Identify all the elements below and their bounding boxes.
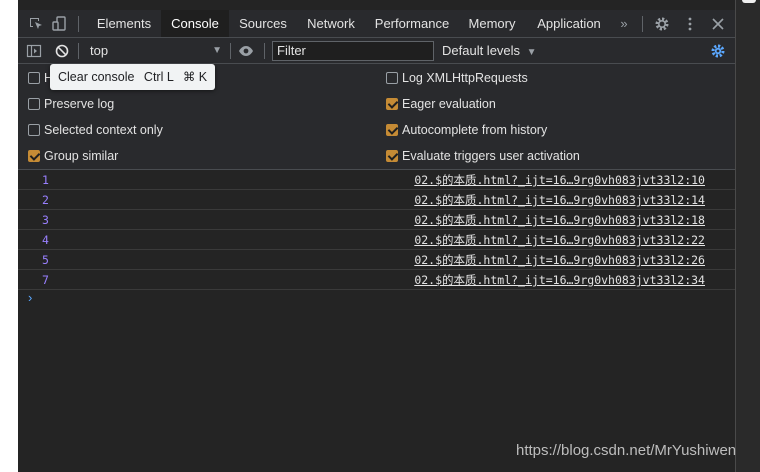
setting-label: Preserve log xyxy=(44,97,115,111)
message-source-link[interactable]: 02.$的本质.html?_ijt=16…9rg0vh083jvt33l2:22 xyxy=(414,230,705,250)
tooltip-shortcut-ctrl: Ctrl L xyxy=(143,70,174,84)
page-background-left xyxy=(0,0,18,472)
edge-divider xyxy=(735,0,736,472)
kebab-menu-icon[interactable] xyxy=(682,16,698,32)
eye-icon[interactable] xyxy=(238,43,254,59)
message-source-link[interactable]: 02.$的本质.html?_ijt=16…9rg0vh083jvt33l2:10 xyxy=(414,170,705,190)
tab-network[interactable]: Network xyxy=(300,10,362,37)
checkbox-checked[interactable] xyxy=(386,98,398,110)
console-message: 4 02.$的本质.html?_ijt=16…9rg0vh083jvt33l2:… xyxy=(18,230,735,250)
clear-console-tooltip: Clear console Ctrl L ⌘ K xyxy=(50,64,216,90)
tab-performance[interactable]: Performance xyxy=(370,10,454,37)
edge-highlight xyxy=(742,0,756,3)
inspect-icon[interactable] xyxy=(28,16,44,32)
watermark: https://blog.csdn.net/MrYushiwen xyxy=(516,442,737,459)
setting-label: Eager evaluation xyxy=(402,97,496,111)
filter-input[interactable]: Filter xyxy=(272,41,434,61)
more-tabs-icon[interactable]: » xyxy=(614,10,634,37)
console-message: 3 02.$的本质.html?_ijt=16…9rg0vh083jvt33l2:… xyxy=(18,210,735,230)
devtools-tab-bar: Elements Console Sources Network Perform… xyxy=(18,10,735,38)
message-value: 7 xyxy=(42,273,49,287)
settings-gear-icon[interactable] xyxy=(654,16,670,32)
checkbox-checked[interactable] xyxy=(28,150,40,162)
tab-console[interactable]: Console xyxy=(161,10,229,37)
setting-label: Autocomplete from history xyxy=(402,123,548,137)
message-source-link[interactable]: 02.$的本质.html?_ijt=16…9rg0vh083jvt33l2:14 xyxy=(414,190,705,210)
message-value: 1 xyxy=(42,173,49,187)
console-message: 2 02.$的本质.html?_ijt=16…9rg0vh083jvt33l2:… xyxy=(18,190,735,210)
message-value: 5 xyxy=(42,253,49,267)
checkbox-checked[interactable] xyxy=(386,150,398,162)
message-value: 3 xyxy=(42,213,49,227)
log-levels-dropdown[interactable]: Default levels ▼ xyxy=(442,41,537,61)
checkbox-checked[interactable] xyxy=(386,124,398,136)
console-message: 7 02.$的本质.html?_ijt=16…9rg0vh083jvt33l2:… xyxy=(18,270,735,290)
tab-sources[interactable]: Sources xyxy=(232,10,294,37)
message-source-link[interactable]: 02.$的本质.html?_ijt=16…9rg0vh083jvt33l2:34 xyxy=(414,270,705,290)
console-prompt[interactable]: › xyxy=(28,290,32,305)
toolbar-divider xyxy=(78,43,79,59)
context-selector[interactable]: top ▼ xyxy=(84,41,224,61)
toolbar-divider xyxy=(230,43,231,59)
window-right-edge xyxy=(735,0,760,472)
setting-label: Selected context only xyxy=(44,123,163,137)
tooltip-shortcut-cmd: ⌘ K xyxy=(182,70,208,84)
checkbox[interactable] xyxy=(28,98,40,110)
clear-console-icon[interactable] xyxy=(54,43,70,59)
tab-memory[interactable]: Memory xyxy=(464,10,520,37)
dropdown-arrow-icon: ▼ xyxy=(526,47,537,58)
tooltip-label: Clear console xyxy=(58,70,135,84)
setting-label: Evaluate triggers user activation xyxy=(402,149,580,163)
setting-label: Group similar xyxy=(44,149,119,163)
tab-divider xyxy=(78,16,79,32)
message-source-link[interactable]: 02.$的本质.html?_ijt=16…9rg0vh083jvt33l2:18 xyxy=(414,210,705,230)
setting-label: Log XMLHttpRequests xyxy=(402,71,528,85)
tab-elements[interactable]: Elements xyxy=(90,10,158,37)
devtools-panel: Elements Console Sources Network Perform… xyxy=(18,0,735,472)
console-toolbar: top ▼ Filter Default levels ▼ xyxy=(18,38,735,64)
close-icon[interactable] xyxy=(710,16,726,32)
log-levels-label: Default levels xyxy=(442,43,521,58)
message-value: 2 xyxy=(42,193,49,207)
console-settings-icon[interactable] xyxy=(710,43,726,59)
tab-divider xyxy=(642,16,643,32)
device-toggle-icon[interactable] xyxy=(52,16,68,32)
checkbox[interactable] xyxy=(386,72,398,84)
message-source-link[interactable]: 02.$的本质.html?_ijt=16…9rg0vh083jvt33l2:26 xyxy=(414,250,705,270)
sidebar-toggle-icon[interactable] xyxy=(26,43,42,59)
dropdown-arrow-icon: ▼ xyxy=(212,45,222,56)
tab-application[interactable]: Application xyxy=(530,10,608,37)
console-messages: 1 02.$的本质.html?_ijt=16…9rg0vh083jvt33l2:… xyxy=(18,170,735,290)
message-value: 4 xyxy=(42,233,49,247)
toolbar-divider xyxy=(264,43,265,59)
console-message: 1 02.$的本质.html?_ijt=16…9rg0vh083jvt33l2:… xyxy=(18,170,735,190)
console-message: 5 02.$的本质.html?_ijt=16…9rg0vh083jvt33l2:… xyxy=(18,250,735,270)
context-selector-value: top xyxy=(90,43,109,58)
checkbox[interactable] xyxy=(28,124,40,136)
checkbox[interactable] xyxy=(28,72,40,84)
